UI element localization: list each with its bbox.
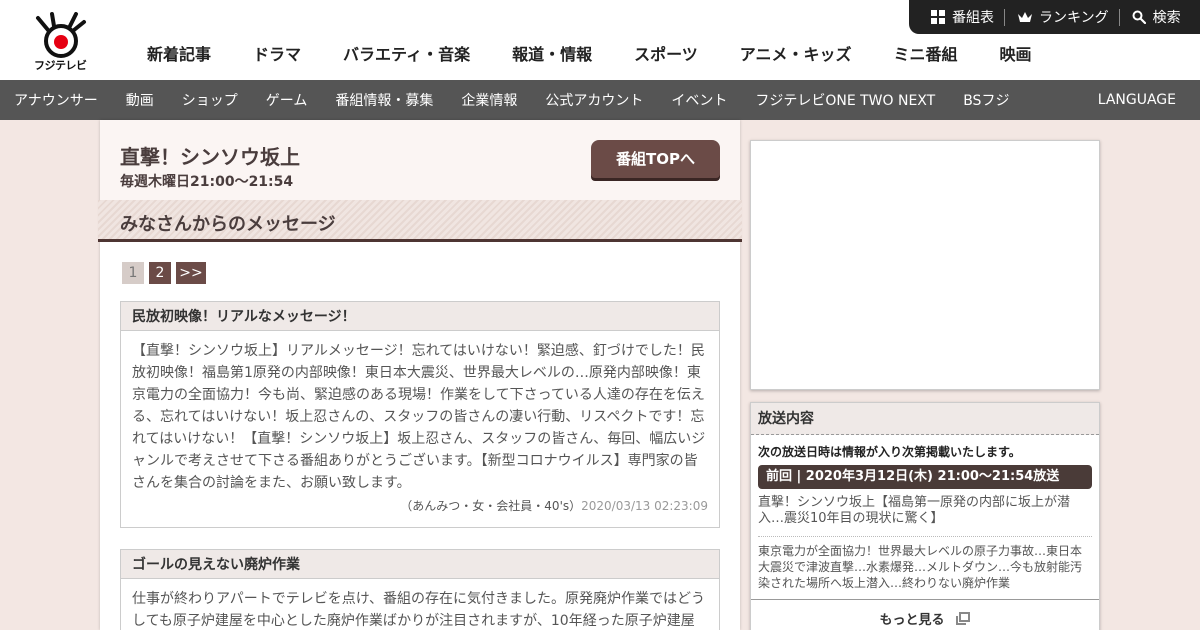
message-body: 【直撃！シンソウ坂上】リアルメッセージ！忘れてはいけない！緊迫感、釘づけでした！… — [132, 343, 706, 491]
broadcast-title: 放送内容 — [751, 403, 1099, 435]
subnav-shop[interactable]: ショップ — [168, 90, 252, 110]
site-header: フジテレビ 番組表 ランキング 検索 新着記事 ドラマ バラエティ・音楽 報道・… — [0, 0, 1200, 80]
program-header: 直撃！シンソウ坂上 毎週木曜日21:00～21:54 番組TOPへ — [100, 120, 740, 200]
message-meta: （あんみつ・女・会社員・40's）2020/03/13 02:23:09 — [400, 497, 708, 514]
section-title: みなさんからのメッセージ — [120, 214, 336, 235]
fujitv-eye-icon — [36, 12, 86, 58]
divider — [758, 536, 1092, 537]
program-title: 直撃！シンソウ坂上 — [120, 145, 300, 169]
program-top-button[interactable]: 番組TOPへ — [591, 140, 720, 178]
subnav-announcers[interactable]: アナウンサー — [0, 90, 112, 110]
broadcast-info-box: 放送内容 次の放送日時は情報が入り次第掲載いたします。 前回 | 2020年3月… — [750, 402, 1100, 630]
language-link[interactable]: LANGUAGE — [1098, 80, 1176, 120]
program-guide-label: 番組表 — [952, 10, 994, 26]
open-window-icon — [955, 611, 971, 626]
subnav-games[interactable]: ゲーム — [252, 90, 322, 110]
nav-movies[interactable]: 映画 — [978, 44, 1052, 66]
main-nav: 新着記事 ドラマ バラエティ・音楽 報道・情報 スポーツ アニメ・キッズ ミニ番… — [126, 44, 1053, 66]
broadcast-note: 次の放送日時は情報が入り次第掲載いたします。 — [758, 445, 1021, 459]
grid-icon — [931, 10, 945, 24]
message-card: 民放初映像！リアルなメッセージ！ 【直撃！シンソウ坂上】リアルメッセージ！忘れて… — [120, 301, 720, 528]
subnav-bs-fuji[interactable]: BSフジ — [949, 90, 1023, 110]
subnav-one-two-next[interactable]: フジテレビONE TWO NEXT — [741, 90, 949, 110]
next-page-link[interactable]: >> — [176, 262, 206, 284]
nav-variety-music[interactable]: バラエティ・音楽 — [322, 44, 491, 66]
page-2-link[interactable]: 2 — [149, 262, 171, 284]
message-card: ゴールの見えない廃炉作業 仕事が終わりアパートでテレビを点け、番組の存在に気付き… — [120, 549, 720, 630]
crown-icon — [1018, 11, 1032, 23]
subnav-videos[interactable]: 動画 — [112, 90, 168, 110]
subnav-official-accounts[interactable]: 公式アカウント — [531, 90, 657, 110]
previous-broadcast-bar: 前回 | 2020年3月12日(木) 21:00～21:54放送 — [758, 465, 1092, 489]
ranking-link[interactable]: ランキング — [1005, 8, 1119, 26]
search-icon — [1132, 10, 1146, 24]
nav-drama[interactable]: ドラマ — [232, 44, 322, 66]
nav-new-articles[interactable]: 新着記事 — [126, 44, 232, 66]
section-header: みなさんからのメッセージ — [98, 200, 742, 242]
episode-description: 東京電力が全面協力！世界最大レベルの原子力事故…東日本大震災で津波直撃…水素爆発… — [758, 544, 1083, 590]
nav-news-info[interactable]: 報道・情報 — [491, 44, 613, 66]
search-label: 検索 — [1152, 10, 1181, 26]
main-content: 直撃！シンソウ坂上 毎週木曜日21:00～21:54 番組TOPへ みなさんから… — [98, 120, 742, 630]
logo-text: フジテレビ — [34, 59, 87, 72]
utility-bar: 番組表 ランキング 検索 — [909, 0, 1200, 34]
subnav-program-info[interactable]: 番組情報・募集 — [321, 90, 447, 110]
message-date: 2020/03/13 02:23:09 — [581, 499, 708, 513]
ad-slot — [750, 140, 1100, 390]
ranking-label: ランキング — [1039, 10, 1109, 26]
program-guide-link[interactable]: 番組表 — [909, 8, 1004, 26]
divider — [751, 599, 1099, 600]
sub-nav: アナウンサー 動画 ショップ ゲーム 番組情報・募集 企業情報 公式アカウント … — [0, 80, 1200, 120]
page-1-current: 1 — [122, 262, 144, 284]
program-schedule: 毎週木曜日21:00～21:54 — [120, 174, 294, 190]
nav-mini-programs[interactable]: ミニ番組 — [872, 44, 978, 66]
nav-sports[interactable]: スポーツ — [613, 44, 719, 66]
search-link[interactable]: 検索 — [1120, 8, 1181, 26]
pagination: 1 2 >> — [122, 262, 211, 284]
subnav-events[interactable]: イベント — [657, 90, 741, 110]
more-link[interactable]: もっと見る — [751, 609, 1099, 628]
message-body: 仕事が終わりアパートでテレビを点け、番組の存在に気付きました。原発廃炉作業ではど… — [132, 591, 706, 629]
episode-title-link[interactable]: 直撃！シンソウ坂上【福島第一原発の内部に坂上が潜入…震災10年目の現状に驚く】 — [758, 495, 1092, 527]
message-title: ゴールの見えない廃炉作業 — [121, 550, 719, 579]
message-author: （あんみつ・女・会社員・40's） — [400, 499, 582, 513]
nav-anime-kids[interactable]: アニメ・キッズ — [719, 44, 873, 66]
more-label: もっと見る — [879, 613, 945, 628]
message-title: 民放初映像！リアルなメッセージ！ — [121, 302, 719, 331]
subnav-corporate[interactable]: 企業情報 — [447, 90, 531, 110]
